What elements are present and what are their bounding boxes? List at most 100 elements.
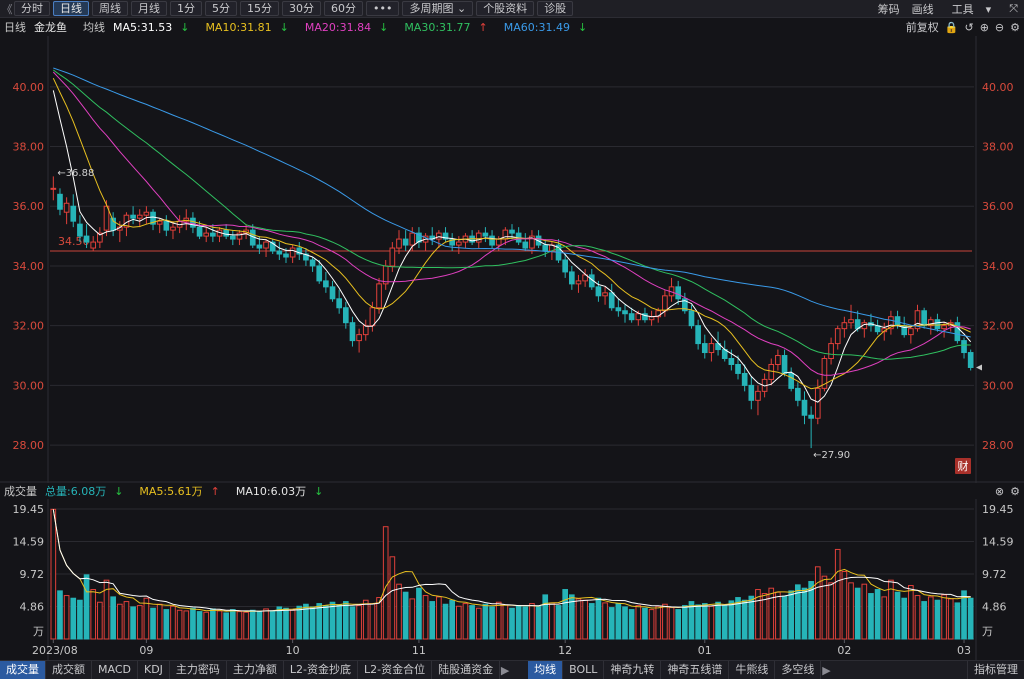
volume-bar[interactable] bbox=[475, 607, 482, 640]
candle-body[interactable] bbox=[788, 372, 795, 389]
candle-body[interactable] bbox=[323, 280, 329, 288]
candle-body[interactable] bbox=[735, 363, 741, 374]
volume-bar[interactable] bbox=[409, 598, 416, 640]
volume-bar[interactable] bbox=[389, 556, 396, 640]
volume-bar[interactable] bbox=[77, 599, 83, 640]
tools-menu[interactable]: 工具 ▾ bbox=[946, 1, 998, 17]
candle-body[interactable] bbox=[409, 232, 416, 246]
volume-bar[interactable] bbox=[130, 606, 136, 640]
volume-bar[interactable] bbox=[183, 610, 190, 640]
candle-body[interactable] bbox=[662, 295, 668, 312]
settings-icon[interactable]: ⚙ bbox=[1010, 21, 1020, 34]
candle-body[interactable] bbox=[795, 387, 801, 401]
volume-bar[interactable] bbox=[575, 598, 582, 640]
candle-body[interactable] bbox=[695, 325, 701, 345]
candle-body[interactable] bbox=[349, 322, 356, 342]
volume-bar[interactable] bbox=[70, 597, 77, 640]
period-button[interactable]: 分时 bbox=[14, 1, 50, 16]
volume-bar[interactable] bbox=[50, 508, 57, 640]
overlay-tab[interactable]: 多空线 bbox=[775, 661, 822, 679]
candle-body[interactable] bbox=[309, 259, 316, 267]
volume-bar[interactable] bbox=[675, 609, 682, 640]
candle-body[interactable] bbox=[834, 328, 841, 345]
indicator-tab[interactable]: 主力密码 bbox=[170, 661, 227, 679]
period-button[interactable]: 30分 bbox=[282, 1, 321, 16]
candle-body[interactable] bbox=[908, 328, 914, 336]
volume-bar[interactable] bbox=[342, 601, 349, 640]
volume-bar[interactable] bbox=[908, 585, 914, 640]
candle-body[interactable] bbox=[163, 220, 170, 231]
candle-body[interactable] bbox=[941, 325, 947, 330]
volume-bar[interactable] bbox=[369, 603, 376, 640]
volume-bar[interactable] bbox=[595, 597, 602, 640]
volume-bar[interactable] bbox=[170, 605, 176, 640]
volume-bar[interactable] bbox=[336, 604, 342, 640]
reset-icon[interactable]: ↺ bbox=[964, 21, 973, 34]
draw-line-button[interactable]: 画线 bbox=[912, 1, 934, 17]
candle-body[interactable] bbox=[961, 340, 967, 354]
candle-body[interactable] bbox=[289, 247, 296, 258]
period-button[interactable]: 周线 bbox=[92, 1, 128, 16]
volume-bar[interactable] bbox=[834, 548, 841, 640]
more-tabs-icon[interactable]: ▶ bbox=[500, 664, 510, 677]
adjust-mode-button[interactable]: 前复权 bbox=[906, 19, 939, 35]
volume-bar[interactable] bbox=[316, 603, 323, 640]
candle-body[interactable] bbox=[329, 286, 336, 300]
volume-bar[interactable] bbox=[83, 574, 90, 640]
volume-bar[interactable] bbox=[901, 597, 908, 640]
overlay-tab[interactable]: 神奇九转 bbox=[604, 661, 662, 679]
candle-body[interactable] bbox=[203, 232, 210, 237]
period-button[interactable]: 60分 bbox=[324, 1, 363, 16]
volume-bar[interactable] bbox=[455, 605, 462, 640]
volume-bar[interactable] bbox=[954, 602, 961, 640]
volume-bar[interactable] bbox=[535, 605, 542, 640]
volume-bar[interactable] bbox=[143, 597, 150, 640]
volume-bar[interactable] bbox=[136, 605, 143, 640]
indicator-tab[interactable]: L2-资金抄底 bbox=[284, 661, 359, 679]
volume-bar[interactable] bbox=[163, 609, 170, 640]
multi-period-dropdown[interactable]: 多周期图 ⌄ bbox=[402, 1, 474, 16]
volume-bar[interactable] bbox=[276, 606, 283, 640]
volume-bar[interactable] bbox=[555, 605, 562, 640]
volume-bar[interactable] bbox=[602, 602, 608, 640]
candle-body[interactable] bbox=[57, 193, 63, 210]
volume-bar[interactable] bbox=[256, 611, 263, 640]
zoom-out-icon[interactable]: ⊖ bbox=[995, 21, 1004, 34]
volume-bar[interactable] bbox=[123, 601, 130, 640]
candle-body[interactable] bbox=[83, 235, 90, 243]
volume-bar[interactable] bbox=[196, 611, 203, 640]
period-button[interactable]: ••• bbox=[366, 1, 400, 16]
volume-bar[interactable] bbox=[662, 603, 668, 640]
lock-icon[interactable]: 🔒 bbox=[945, 21, 959, 34]
volume-bar[interactable] bbox=[57, 590, 63, 640]
volume-bar[interactable] bbox=[150, 607, 156, 640]
candle-body[interactable] bbox=[848, 319, 854, 324]
volume-bar[interactable] bbox=[495, 601, 502, 640]
volume-bar[interactable] bbox=[269, 610, 276, 640]
candle-body[interactable] bbox=[708, 343, 715, 354]
candle-body[interactable] bbox=[263, 241, 269, 249]
candle-body[interactable] bbox=[210, 232, 216, 237]
volume-bar[interactable] bbox=[927, 596, 934, 640]
volume-bar[interactable] bbox=[848, 582, 854, 640]
volume-bar[interactable] bbox=[203, 611, 210, 640]
overlay-tab[interactable]: BOLL bbox=[563, 661, 605, 679]
volume-bar[interactable] bbox=[628, 609, 635, 640]
candle-body[interactable] bbox=[522, 241, 529, 249]
candle-body[interactable] bbox=[635, 313, 642, 321]
collapse-left-icon[interactable]: 《 bbox=[0, 1, 14, 17]
finance-badge[interactable]: 财 bbox=[955, 458, 971, 474]
candle-body[interactable] bbox=[402, 238, 409, 246]
candle-body[interactable] bbox=[814, 387, 821, 419]
candle-body[interactable] bbox=[143, 211, 150, 216]
candle-body[interactable] bbox=[575, 280, 582, 285]
volume-bar[interactable] bbox=[489, 606, 495, 640]
candle-body[interactable] bbox=[841, 322, 848, 330]
candle-body[interactable] bbox=[475, 232, 482, 243]
volume-bar[interactable] bbox=[854, 587, 861, 640]
candle-body[interactable] bbox=[741, 372, 748, 386]
candle-body[interactable] bbox=[934, 319, 941, 330]
candle-body[interactable] bbox=[562, 259, 569, 273]
stock-profile-button[interactable]: 个股资料 bbox=[476, 1, 535, 16]
volume-bar[interactable] bbox=[296, 605, 303, 640]
